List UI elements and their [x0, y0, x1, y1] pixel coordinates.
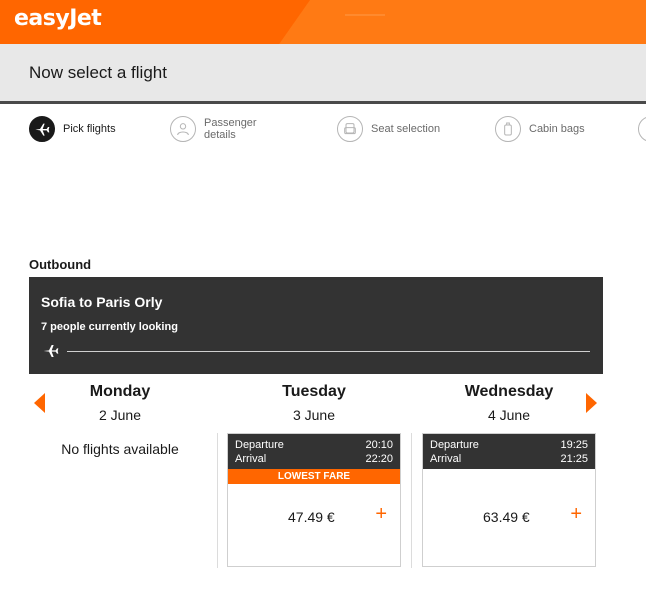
day-name: Wednesday [464, 383, 554, 400]
step-label: Cabin bags [529, 123, 585, 135]
step-label: Seat selection [371, 123, 441, 135]
day-date: 2 June [98, 407, 142, 423]
route-name: Sofia to Paris Orly [41, 294, 163, 310]
flight-price: 63.49 € [483, 509, 530, 525]
no-flights-message: No flights available [61, 441, 179, 457]
lowest-fare-badge: LOWEST FARE [228, 469, 400, 484]
arrival-label: Arrival [235, 453, 267, 465]
easyjet-logo[interactable]: easyJet [14, 6, 102, 31]
step-passenger-details[interactable]: Passenger details [170, 116, 257, 142]
flight-times: Departure 19:25 Arrival 21:25 [423, 434, 595, 469]
departure-time: 19:25 [560, 439, 588, 451]
passenger-icon [170, 116, 196, 142]
plane-icon [41, 343, 61, 364]
add-flight-button[interactable]: + [375, 504, 387, 524]
flight-card[interactable]: Departure 19:25 Arrival 21:25 63.49 € + [422, 433, 596, 567]
booking-steps: Pick flights Passenger details Seat sele… [0, 112, 646, 152]
page-title: Now select a flight [29, 63, 167, 82]
departure-label: Departure [430, 439, 479, 451]
step-next-partial[interactable] [638, 116, 646, 142]
step-seat-selection[interactable]: Seat selection [337, 116, 440, 142]
step-pick-flights[interactable]: Pick flights [29, 116, 116, 142]
route-line [67, 351, 590, 352]
departure-time: 20:10 [365, 439, 393, 451]
next-step-icon [638, 116, 646, 142]
arrival-time: 21:25 [560, 453, 588, 465]
day-date: 4 June [487, 407, 531, 423]
arrival-time: 22:20 [365, 453, 393, 465]
flight-price: 47.49 € [288, 509, 335, 525]
route-panel: Sofia to Paris Orly 7 people currently l… [29, 277, 603, 374]
day-date: 3 June [292, 407, 336, 423]
page-heading-bar: Now select a flight [0, 44, 646, 104]
step-label-line2: details [204, 129, 236, 141]
plane-icon [29, 116, 55, 142]
step-label: Passenger details [204, 117, 257, 141]
add-flight-button[interactable]: + [570, 504, 582, 524]
people-looking: 7 people currently looking [41, 321, 178, 333]
day-column-wednesday: Wednesday 4 June [419, 383, 599, 423]
flight-card[interactable]: Departure 20:10 Arrival 22:20 LOWEST FAR… [227, 433, 401, 567]
column-divider [411, 433, 412, 568]
step-label: Pick flights [63, 123, 116, 135]
step-label-line1: Passenger [204, 117, 257, 129]
departure-label: Departure [235, 439, 284, 451]
day-name: Monday [89, 383, 151, 400]
day-column-tuesday: Tuesday 3 June [224, 383, 404, 423]
cabin-bag-icon [495, 116, 521, 142]
column-divider [217, 433, 218, 568]
header-stripe [279, 0, 646, 44]
flight-times: Departure 20:10 Arrival 22:20 [228, 434, 400, 469]
day-column-monday: Monday 2 June [30, 383, 210, 423]
header-stripe-accent [345, 14, 385, 16]
outbound-title: Outbound [29, 257, 92, 272]
day-name: Tuesday [282, 383, 346, 400]
top-bar: easyJet [0, 0, 646, 44]
arrival-label: Arrival [430, 453, 462, 465]
step-cabin-bags[interactable]: Cabin bags [495, 116, 585, 142]
seat-icon [337, 116, 363, 142]
